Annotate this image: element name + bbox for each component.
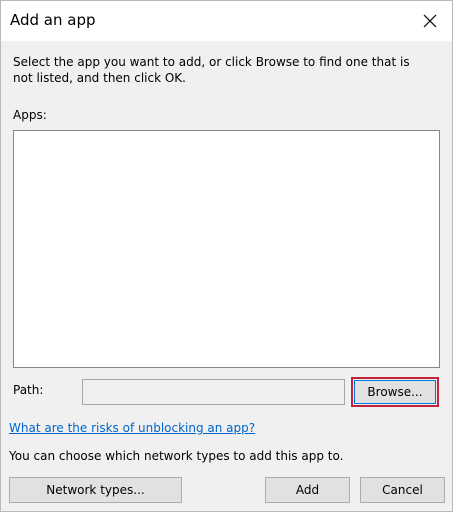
path-label: Path: <box>13 383 44 397</box>
close-icon <box>423 14 437 28</box>
close-button[interactable] <box>408 1 452 41</box>
cancel-button[interactable]: Cancel <box>360 477 445 503</box>
path-input[interactable] <box>82 379 345 405</box>
network-types-button[interactable]: Network types... <box>9 477 182 503</box>
unblocking-risks-link[interactable]: What are the risks of unblocking an app? <box>9 421 255 435</box>
browse-button[interactable]: Browse... <box>354 380 436 404</box>
instructions-text: Select the app you want to add, or click… <box>13 55 410 85</box>
network-types-note: You can choose which network types to ad… <box>9 449 344 463</box>
browse-button-highlight: Browse... <box>351 377 439 407</box>
add-app-dialog: Add an app Select the app you want to ad… <box>0 0 453 512</box>
dialog-title: Add an app <box>10 11 96 29</box>
add-button[interactable]: Add <box>265 477 350 503</box>
apps-label: Apps: <box>13 108 47 122</box>
title-bar: Add an app <box>1 1 452 41</box>
apps-list[interactable] <box>13 130 440 368</box>
